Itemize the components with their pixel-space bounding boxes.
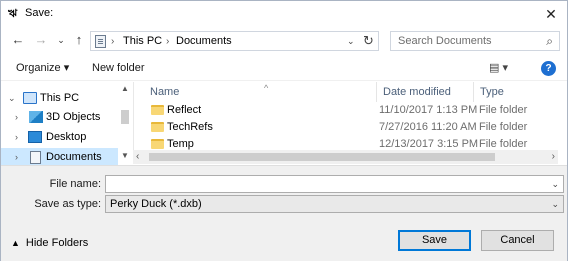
folder-icon [151, 139, 164, 149]
up-arrow-icon[interactable]: ↑ [71, 31, 87, 49]
breadcrumb-separator: › [166, 36, 170, 47]
navigation-pane: ⌄ This PC › 3D Objects › Desktop › Docum… [1, 82, 132, 167]
scroll-thumb[interactable] [149, 153, 495, 161]
save-button[interactable]: Save [398, 230, 471, 251]
change-view-button[interactable]: ▤ ▾ [489, 61, 508, 74]
search-placeholder: Search Documents [398, 35, 492, 47]
new-folder-button[interactable]: New folder [92, 62, 145, 75]
file-row[interactable]: Reflect 11/10/2017 1:13 PM File folder [134, 102, 559, 119]
scroll-up-icon[interactable]: ▲ [121, 84, 129, 93]
cancel-button[interactable]: Cancel [481, 230, 554, 251]
hide-folders-label: Hide Folders [25, 237, 89, 249]
refresh-icon[interactable]: ↻ [363, 33, 374, 49]
file-row[interactable]: Temp 12/13/2017 3:15 PM File folder [134, 136, 559, 150]
save-as-type-select[interactable]: Perky Duck (*.dxb) ⌄ [105, 195, 564, 213]
organize-button[interactable]: Organize ▾ [16, 62, 69, 75]
search-icon[interactable]: ⌕ [546, 34, 553, 49]
chevron-down-icon[interactable]: ⌄ [8, 92, 16, 105]
breadcrumb-documents[interactable]: Documents [176, 35, 232, 48]
file-type: File folder [479, 138, 528, 150]
address-dropdown-icon[interactable]: ⌄ [347, 34, 355, 49]
search-input[interactable]: Search Documents ⌕ [390, 31, 560, 51]
sidebar-item-3d-objects[interactable]: › 3D Objects [1, 108, 118, 127]
chevron-up-icon: ▲ [11, 238, 20, 248]
hide-folders-button[interactable]: ▲ Hide Folders [11, 237, 88, 250]
file-list: Name ^ Date modified Type Reflect 11/10/… [133, 82, 558, 150]
address-bar[interactable]: › This PC › Documents ⌄ ↻ [90, 31, 379, 51]
save-as-type-label: Save as type: [34, 198, 101, 210]
column-header-date[interactable]: Date modified [377, 82, 474, 102]
file-list-scrollbar[interactable] [558, 82, 567, 150]
sort-up-icon: ^ [264, 83, 269, 93]
chevron-down-icon[interactable]: ⌄ [551, 177, 559, 192]
breadcrumb-this-pc[interactable]: This PC [123, 35, 162, 48]
navigation-scrollbar[interactable]: ▲ ▼ [118, 82, 132, 164]
sidebar-item-label: This PC [40, 92, 80, 104]
save-as-type-value: Perky Duck (*.dxb) [110, 198, 202, 210]
file-row[interactable]: TechRefs 7/27/2016 11:20 AM File folder [134, 119, 559, 136]
scroll-right-icon[interactable]: › [552, 150, 555, 164]
sidebar-item-label: Documents [46, 151, 102, 163]
command-bar: Organize ▾ New folder ▤ ▾ ? [1, 57, 567, 81]
chevron-right-icon[interactable]: › [15, 131, 18, 144]
app-logo-icon: ঋ [8, 7, 17, 20]
folder-icon [151, 122, 164, 132]
close-icon[interactable]: ✕ [541, 4, 561, 24]
sidebar-item-label: 3D Objects [46, 111, 101, 123]
sidebar-item-this-pc[interactable]: ⌄ This PC [1, 89, 118, 108]
file-name: TechRefs [167, 121, 213, 133]
location-icon [95, 35, 106, 48]
window-title: Save: [25, 7, 54, 19]
folder-icon [151, 105, 164, 115]
file-name-field[interactable]: ⌄ [105, 175, 564, 193]
file-type: File folder [479, 121, 528, 133]
save-dialog: ঋ Save: ✕ ← → ⌄ ↑ › This PC › Documents … [0, 0, 568, 261]
file-name-label: File name: [49, 178, 101, 190]
forward-arrow-icon[interactable]: → [33, 31, 49, 49]
horizontal-scrollbar[interactable]: ‹ › [133, 150, 558, 164]
breadcrumb-separator: › [111, 36, 115, 47]
sidebar-item-label: Desktop [46, 131, 87, 143]
file-name: Reflect [167, 104, 202, 116]
file-date: 11/10/2017 1:13 PM [379, 104, 478, 116]
column-header-label: Name [150, 86, 180, 98]
sidebar-item-desktop[interactable]: › Desktop [1, 128, 118, 147]
scroll-left-icon[interactable]: ‹ [136, 150, 139, 164]
scroll-down-icon[interactable]: ▼ [121, 151, 129, 160]
column-header-type[interactable]: Type [474, 82, 559, 102]
help-icon[interactable]: ? [541, 61, 556, 76]
scroll-thumb[interactable] [121, 110, 129, 124]
pc-icon [23, 92, 37, 104]
title-bar: ঋ Save: ✕ [1, 1, 567, 27]
file-date: 12/13/2017 3:15 PM [379, 138, 479, 150]
recent-locations-icon[interactable]: ⌄ [53, 31, 69, 49]
chevron-right-icon[interactable]: › [15, 151, 18, 164]
back-arrow-icon[interactable]: ← [10, 31, 26, 49]
file-type: File folder [479, 104, 528, 116]
chevron-down-icon[interactable]: ⌄ [551, 197, 559, 212]
chevron-right-icon[interactable]: › [15, 111, 18, 124]
column-header-name[interactable]: Name ^ [144, 82, 377, 102]
desktop-icon [28, 131, 42, 143]
file-name: Temp [167, 138, 194, 150]
file-date: 7/27/2016 11:20 AM [379, 121, 477, 133]
documents-icon [30, 151, 41, 164]
3d-objects-icon [29, 111, 43, 123]
